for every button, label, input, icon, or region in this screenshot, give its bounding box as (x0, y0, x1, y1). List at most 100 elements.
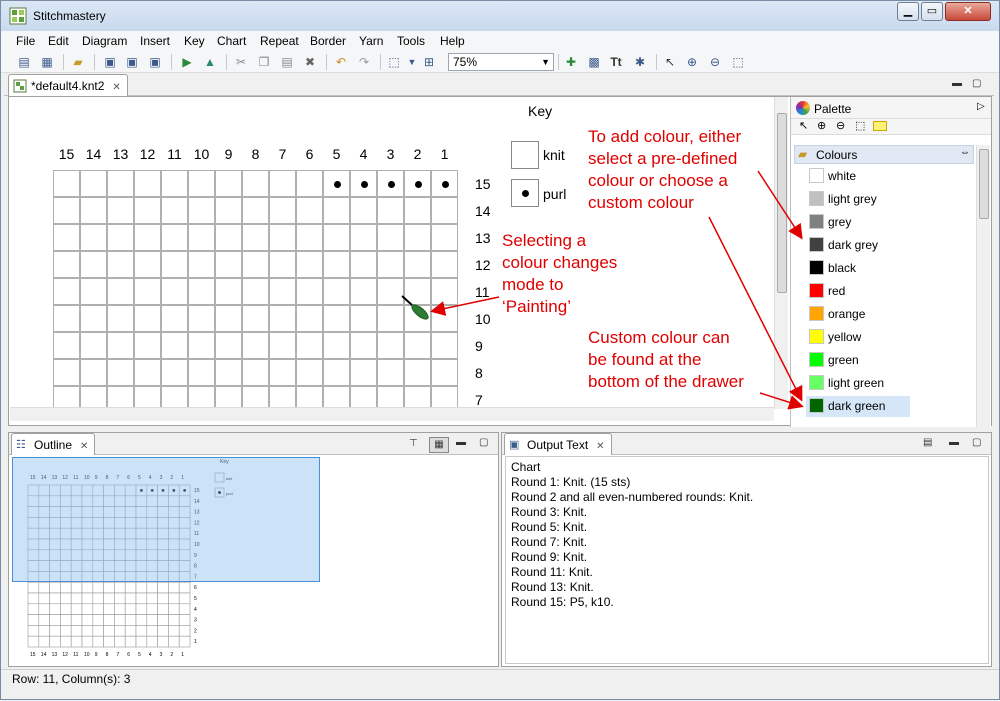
stitch-cell[interactable] (350, 170, 377, 197)
stitch-cell[interactable] (431, 305, 458, 332)
maximize-view-icon[interactable]: ▢ (972, 438, 982, 448)
stitch-cell[interactable] (188, 251, 215, 278)
stitch-cell[interactable] (404, 386, 431, 409)
stitch-cell[interactable] (242, 305, 269, 332)
stitch-cell[interactable] (296, 278, 323, 305)
editor-horizontal-scrollbar[interactable] (10, 407, 774, 421)
menu-yarn[interactable]: Yarn (359, 34, 383, 48)
stitch-cell[interactable] (53, 197, 80, 224)
stitch-cell[interactable] (215, 224, 242, 251)
stitch-cell[interactable] (53, 251, 80, 278)
outline-thumbnail[interactable]: 15 15 14 14 13 13 12 12 11 11 10 10 9 9 8 8 7 7 6 6 5 5 4 4 3 3 2 2… (12, 457, 320, 663)
pin-icon[interactable]: ⇔ (960, 147, 970, 158)
colour-item-dark-green[interactable]: dark green (806, 396, 910, 417)
stitch-cell[interactable] (53, 224, 80, 251)
stitch-cell[interactable] (431, 278, 458, 305)
redo-icon[interactable]: ↷ (356, 54, 372, 70)
stitch-cell[interactable] (350, 386, 377, 409)
menu-chart[interactable]: Chart (217, 34, 246, 48)
stitch-cell[interactable] (431, 170, 458, 197)
minimize-button[interactable]: ▁ (897, 2, 919, 21)
stitch-cell[interactable] (296, 305, 323, 332)
stitch-cell[interactable] (296, 251, 323, 278)
stitch-cell[interactable] (134, 386, 161, 409)
stitch-cell[interactable] (350, 278, 377, 305)
editor-vertical-scrollbar[interactable] (774, 97, 788, 409)
stitch-cell[interactable] (107, 197, 134, 224)
stitch-cell[interactable] (107, 386, 134, 409)
triangle-icon[interactable]: ▲ (202, 54, 218, 70)
stitch-cell[interactable] (269, 170, 296, 197)
stitch-cell[interactable] (242, 386, 269, 409)
stitch-cell[interactable] (242, 278, 269, 305)
paste-icon[interactable]: ▤ (279, 54, 295, 70)
menu-repeat[interactable]: Repeat (260, 34, 299, 48)
tree-view-icon[interactable]: ⊤ (409, 439, 419, 449)
minimize-view-icon[interactable]: ▬ (456, 438, 466, 448)
text-icon[interactable]: Tt (608, 54, 624, 70)
stitch-cell[interactable] (323, 170, 350, 197)
stitch-cell[interactable] (80, 359, 107, 386)
stitch-cell[interactable] (161, 224, 188, 251)
zoom-out-icon[interactable]: ⊖ (836, 119, 845, 132)
stitch-cell[interactable] (80, 197, 107, 224)
colour-item-red[interactable]: red (806, 281, 910, 302)
close-icon[interactable]: ✕ (112, 82, 120, 93)
restore-button[interactable]: ▭ (921, 2, 943, 21)
stitch-cell[interactable] (296, 332, 323, 359)
stitch-cell[interactable] (350, 224, 377, 251)
stitch-cell[interactable] (53, 305, 80, 332)
stitch-cell[interactable] (215, 332, 242, 359)
menu-insert[interactable]: Insert (140, 34, 170, 48)
stitch-cell[interactable] (134, 305, 161, 332)
stitch-cell[interactable] (188, 332, 215, 359)
minimize-view-icon[interactable]: ▬ (952, 79, 962, 89)
layout-icon[interactable]: ⊞ (421, 54, 437, 70)
stitch-cell[interactable] (80, 332, 107, 359)
menu-file[interactable]: File (16, 34, 35, 48)
stitch-cell[interactable] (269, 386, 296, 409)
close-button[interactable]: ✕ (945, 2, 991, 21)
stitch-cell[interactable] (404, 197, 431, 224)
play-icon[interactable]: ▶ (179, 54, 195, 70)
stitch-cell[interactable] (269, 197, 296, 224)
stitch-cell[interactable] (242, 251, 269, 278)
stitch-cell[interactable] (215, 251, 242, 278)
menu-tools[interactable]: Tools (397, 34, 425, 48)
marquee-icon[interactable]: ⬚ (855, 119, 865, 132)
stitch-cell[interactable] (107, 305, 134, 332)
stitch-cell[interactable] (188, 359, 215, 386)
output-text[interactable]: Chart Round 1: Knit. (15 sts) Round 2 an… (505, 456, 989, 664)
stitch-cell[interactable] (323, 278, 350, 305)
stitch-cell[interactable] (242, 224, 269, 251)
stitch-cell[interactable] (323, 359, 350, 386)
stitch-cell[interactable] (431, 224, 458, 251)
stitch-cell[interactable] (242, 197, 269, 224)
zoom-select[interactable]: 75% ▼ (448, 53, 554, 71)
stitch-cell[interactable] (242, 359, 269, 386)
stitch-cell[interactable] (188, 197, 215, 224)
colour-item-yellow[interactable]: yellow (806, 327, 910, 348)
add-key-icon[interactable]: ✚ (563, 54, 579, 70)
copy-icon[interactable]: ❐ (256, 54, 272, 70)
stitch-cell[interactable] (107, 251, 134, 278)
stitch-cell[interactable] (323, 224, 350, 251)
chevron-down-icon[interactable]: ▼ (404, 54, 420, 70)
stitch-cell[interactable] (161, 278, 188, 305)
menu-border[interactable]: Border (310, 34, 346, 48)
colour-item-green[interactable]: green (806, 350, 910, 371)
stitch-cell[interactable] (53, 359, 80, 386)
stitch-cell[interactable] (431, 332, 458, 359)
stitch-cell[interactable] (431, 197, 458, 224)
stitch-cell[interactable] (161, 170, 188, 197)
zoom-in-icon[interactable]: ⊕ (684, 54, 700, 70)
stitch-cell[interactable] (350, 305, 377, 332)
stitch-cell[interactable] (404, 359, 431, 386)
stitch-cell[interactable] (431, 251, 458, 278)
stitch-cell[interactable] (431, 359, 458, 386)
document-icon[interactable]: ▤ (923, 438, 933, 448)
colour-item-dark-grey[interactable]: dark grey (806, 235, 910, 256)
stitch-cell[interactable] (80, 386, 107, 409)
stitch-cell[interactable] (107, 224, 134, 251)
stitch-cell[interactable] (80, 224, 107, 251)
